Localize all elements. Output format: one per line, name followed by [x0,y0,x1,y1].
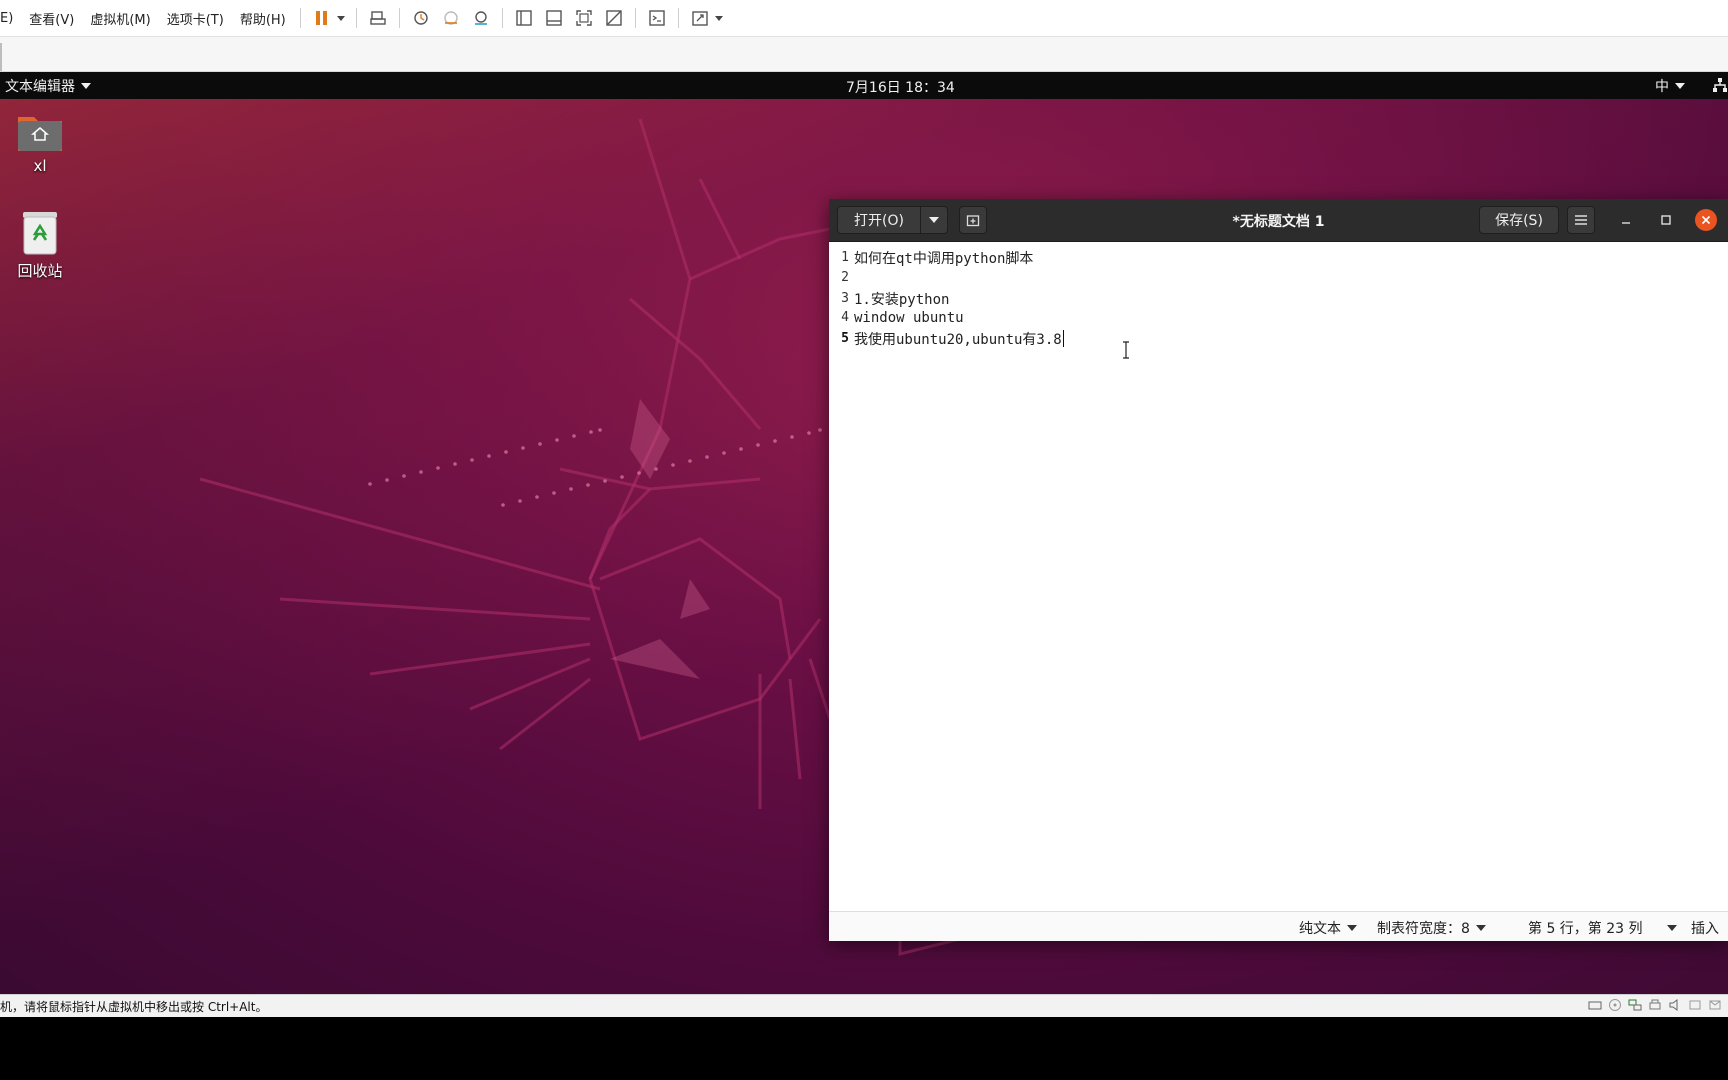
desktop-icon-label: xl [33,157,47,175]
text-cursor [1062,330,1064,347]
editor-line: 2 [829,267,854,288]
close-button[interactable] [1695,209,1717,231]
line-number: 5 [841,331,849,346]
network-icon[interactable] [1712,77,1728,93]
vm-menu-edit[interactable]: E) [0,11,21,26]
open-recent-button[interactable] [920,206,948,234]
line-text: 如何在qt中调用python脚本 [854,250,1034,267]
toolbar-divider [299,8,301,28]
editor-line: 3 1.安装python [829,288,949,309]
line-number: 3 [841,291,849,306]
chevron-down-icon [1675,83,1685,89]
revert-snapshot-icon[interactable] [439,6,463,30]
desktop-icon-trash[interactable]: 回收站 [5,210,75,281]
input-method-label: 中 [1655,79,1669,95]
line-text: window ubuntu [854,309,964,326]
chevron-down-icon [929,217,939,223]
vm-menu-tabs[interactable]: 选项卡(T) [159,9,232,28]
minimize-button[interactable] [1615,209,1637,231]
stretch-dropdown-icon[interactable] [713,6,725,30]
app-menu-label: 文本编辑器 [5,79,75,95]
pause-dropdown-icon[interactable] [335,6,347,30]
hamburger-menu-button[interactable] [1567,206,1595,234]
console-view-icon[interactable] [512,6,536,30]
line-number: 4 [841,310,849,325]
line-number: 1 [841,250,849,265]
line-text: 1.安装python [854,291,950,308]
editor-line: 1 如何在qt中调用python脚本 [829,247,1033,268]
desktop-icon-home[interactable]: xl [5,111,75,175]
minimize-icon [1622,222,1630,224]
unity-icon[interactable] [602,6,626,30]
insert-mode-label: 插入 [1691,921,1719,937]
messages-icon[interactable] [1708,998,1722,1012]
guest-screen: 文本编辑器 7月16日 18：34 中 xl 回收站 打开(O) *无标题文档 … [0,72,1728,994]
language-selector[interactable]: 纯文本 [1299,918,1357,938]
line-number: 2 [841,270,849,285]
app-menu[interactable]: 文本编辑器 [5,76,91,96]
save-button[interactable]: 保存(S) [1479,206,1559,234]
maximize-icon [1661,215,1671,225]
vm-tabstrip [0,37,1728,72]
chevron-down-icon [1347,925,1357,931]
hamburger-icon [1575,215,1587,225]
language-label: 纯文本 [1299,921,1341,937]
vmware-menubar: E) 查看(V) 虚拟机(M) 选项卡(T) 帮助(H) [0,0,1728,37]
text-editor-area[interactable]: 1 如何在qt中调用python脚本 2 3 1.安装python 4 wind… [829,242,1728,908]
cursor-position[interactable]: 第 5 行，第 23 列 [1528,918,1677,938]
chevron-down-icon [1475,925,1486,931]
device-icons [1588,998,1722,1012]
tab-width-label: 制表符宽度：8 [1377,921,1470,937]
cursor-position-label: 第 5 行，第 23 列 [1528,921,1643,937]
ibeam-cursor-icon [1123,341,1129,359]
pause-icon[interactable] [310,6,334,30]
gedit-window: 打开(O) *无标题文档 1 保存(S) 1 如何在qt中调用python脚本 … [829,199,1728,941]
input-method-indicator[interactable]: 中 [1655,76,1685,96]
clock[interactable]: 7月16日 18：34 [846,77,955,97]
new-document-button[interactable] [959,206,987,234]
line-text: 我使用ubuntu20,ubuntu有3.8 [854,331,1062,348]
fullscreen-icon[interactable] [572,6,596,30]
home-folder-icon [18,117,62,151]
usb-icon[interactable] [1688,998,1702,1012]
chevron-down-icon [1666,925,1677,931]
header-bar: 打开(O) *无标题文档 1 保存(S) [829,199,1728,242]
editor-line: 4 window ubuntu [829,307,964,328]
send-keys-icon[interactable] [366,6,390,30]
chevron-down-icon [81,83,91,89]
vm-menu-help[interactable]: 帮助(H) [232,9,294,28]
snapshot-icon[interactable] [409,6,433,30]
hard-disk-icon[interactable] [1588,998,1602,1012]
terminal-icon[interactable] [645,6,669,30]
close-icon [1701,215,1711,225]
trash-icon [23,212,57,255]
vmware-status-bar: 机，请将鼠标指针从虚拟机中移出或按 Ctrl+Alt。 [0,994,1728,1017]
printer-icon[interactable] [1648,998,1662,1012]
open-button[interactable]: 打开(O) [837,206,921,234]
status-message: 机，请将鼠标指针从虚拟机中移出或按 Ctrl+Alt。 [0,999,268,1014]
sound-icon[interactable] [1668,998,1682,1012]
new-tab-icon [966,215,980,227]
vm-tab-edge[interactable] [0,43,2,71]
desktop-icon-label: 回收站 [17,262,63,280]
maximize-button[interactable] [1655,209,1677,231]
editor-line: 5 我使用ubuntu20,ubuntu有3.8 [829,328,1064,349]
thumbnail-view-icon[interactable] [542,6,566,30]
insert-mode[interactable]: 插入 [1691,918,1719,938]
cd-dvd-icon[interactable] [1608,998,1622,1012]
gnome-top-bar: 文本编辑器 7月16日 18：34 中 [0,72,1728,99]
desktop: xl 回收站 打开(O) *无标题文档 1 保存(S) 1 如何在qt中调用py… [0,99,1728,994]
vm-menu-vm[interactable]: 虚拟机(M) [82,9,158,28]
network-adapter-icon[interactable] [1628,998,1642,1012]
tab-width-selector[interactable]: 制表符宽度：8 [1377,918,1486,938]
snapshot-manager-icon[interactable] [469,6,493,30]
status-bar: 纯文本 制表符宽度：8 第 5 行，第 23 列 插入 [829,911,1728,941]
vm-menu-view[interactable]: 查看(V) [21,9,82,28]
stretch-icon[interactable] [688,6,712,30]
